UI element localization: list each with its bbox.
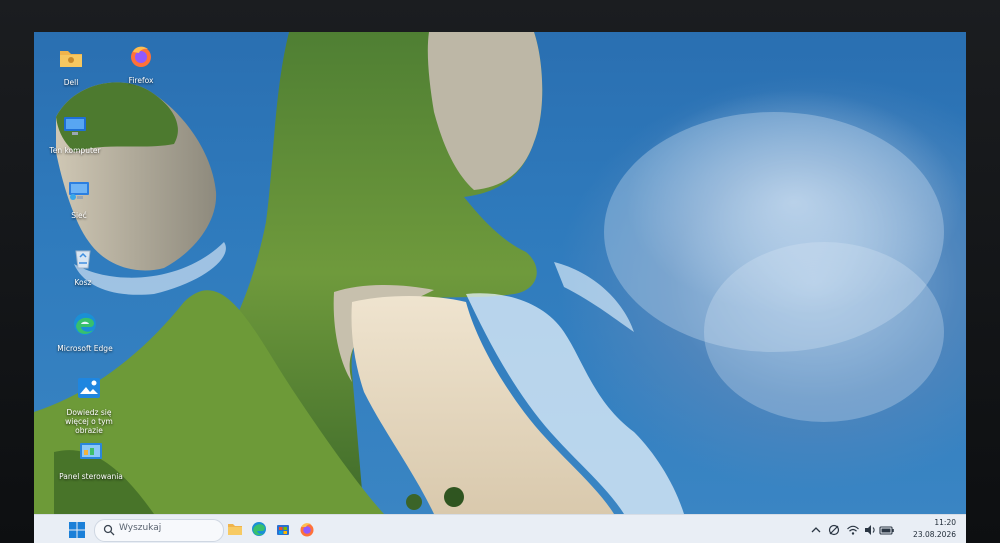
file-explorer-icon[interactable]: [226, 520, 244, 538]
desktop-icon-dell[interactable]: Dell: [36, 44, 106, 87]
taskbar-search-box[interactable]: Wyszukaj: [94, 519, 224, 542]
edge-icon[interactable]: [250, 520, 268, 538]
search-placeholder: Wyszukaj: [119, 523, 162, 533]
desktop-icon-label: Kosz: [74, 278, 92, 287]
monitor-icon: [64, 117, 86, 135]
chevron-up-icon[interactable]: [810, 521, 822, 539]
firefox-icon: [131, 46, 151, 67]
recycle-bin-icon: [75, 250, 91, 269]
desktop-icon-label: Dell: [63, 78, 79, 87]
desktop-icon-this-pc[interactable]: Ten komputer: [40, 112, 110, 155]
desktop-icon-label: Sieć: [71, 211, 87, 220]
wallpaper-image: [34, 32, 944, 514]
desktop-icon-label: Ten komputer: [49, 146, 101, 155]
notification-icon[interactable]: [827, 521, 841, 539]
desktop-icon-label: Dowiedz się więcej o tym obrazie: [65, 408, 113, 435]
picture-icon: [78, 378, 100, 398]
network-icon: [69, 182, 89, 200]
wifi-icon[interactable]: [846, 521, 860, 539]
folder-icon: [60, 51, 82, 67]
start-button-icon[interactable]: [68, 521, 86, 539]
volume-icon[interactable]: [863, 521, 877, 539]
desktop-icon-control-panel[interactable]: Panel sterowania: [56, 438, 126, 481]
desktop-icon-learn-more[interactable]: Dowiedz się więcej o tym obrazie: [54, 374, 124, 435]
firefox-icon[interactable]: [298, 520, 316, 538]
taskbar-clock[interactable]: 11:20 23.08.2026: [882, 517, 956, 541]
desktop-icon-label: Microsoft Edge: [57, 344, 113, 353]
desktop-screen: Dell Firefox Ten komputer Sieć Kosz Micr…: [34, 32, 966, 543]
store-icon[interactable]: [274, 520, 292, 538]
desktop-icon-recycle-bin[interactable]: Kosz: [48, 244, 118, 287]
desktop-icon-network[interactable]: Sieć: [44, 177, 114, 220]
taskbar: Wyszukaj 11:20 23.08.2026: [34, 514, 966, 543]
clock-time: 11:20: [934, 518, 956, 527]
desktop-icon-firefox[interactable]: Firefox: [106, 42, 176, 85]
control-panel-icon: [80, 443, 102, 459]
clock-date: 23.08.2026: [913, 530, 956, 539]
edge-icon: [74, 313, 96, 335]
desktop-icon-label: Panel sterowania: [59, 472, 123, 481]
desktop-icon-label: Firefox: [128, 76, 154, 85]
desktop-icon-edge[interactable]: Microsoft Edge: [50, 310, 120, 353]
search-icon: [103, 524, 115, 536]
